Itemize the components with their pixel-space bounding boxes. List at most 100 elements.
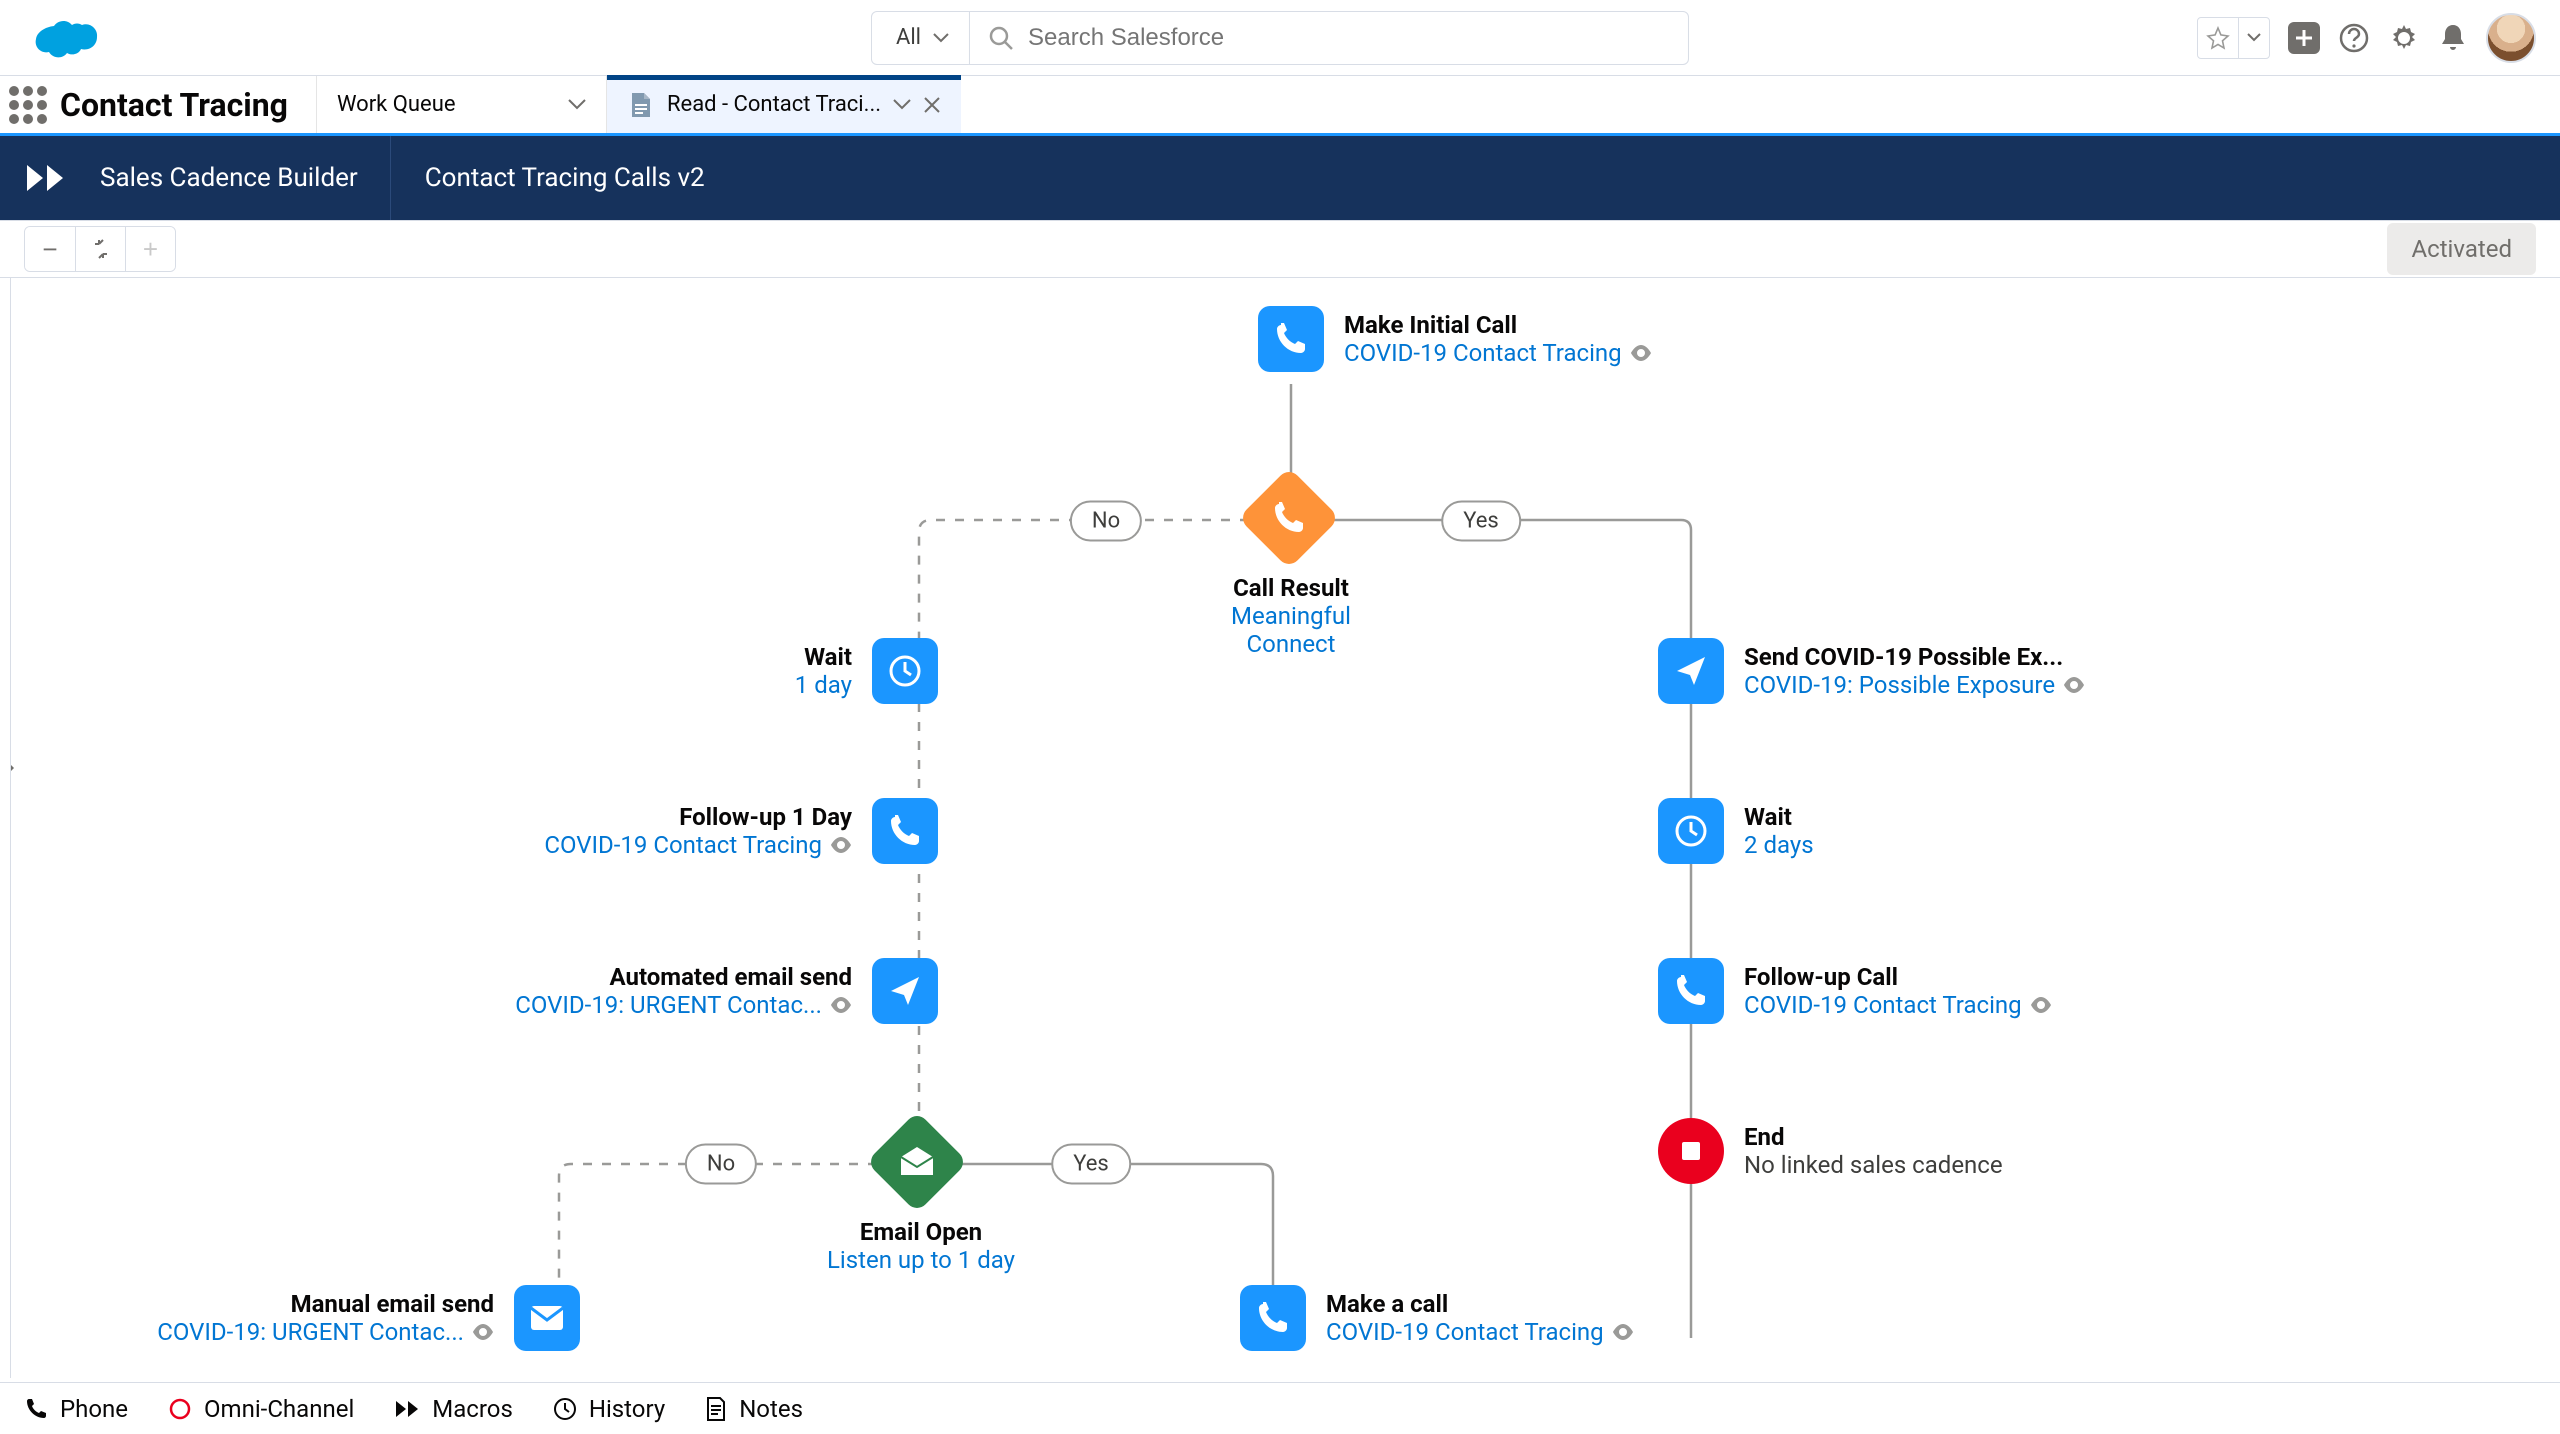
node-manual-email[interactable]: Manual email send COVID-19: URGENT Conta… [157, 1285, 580, 1351]
utility-bar: Phone Omni-Channel Macros History Notes [0, 1382, 2560, 1434]
phone-icon [24, 1397, 48, 1421]
omni-icon [168, 1397, 192, 1421]
builder-breadcrumb[interactable]: Sales Cadence Builder [94, 136, 391, 220]
canvas-toolbar: − + Activated [0, 220, 2560, 278]
node-subtitle[interactable]: COVID-19: URGENT Contac... [515, 991, 822, 1019]
phone-icon [1238, 467, 1340, 569]
phone-icon [872, 798, 938, 864]
notifications-button[interactable] [2438, 22, 2468, 54]
utility-label: Omni-Channel [204, 1395, 354, 1423]
node-subtitle[interactable]: COVID-19 Contact Tracing [1744, 991, 2022, 1019]
branch-label-yes: Yes [1051, 1144, 1131, 1185]
tab-work-queue[interactable]: Work Queue [316, 76, 606, 133]
fast-forward-icon [25, 163, 69, 193]
utility-label: Macros [432, 1395, 513, 1423]
node-email-open[interactable] [881, 1126, 953, 1198]
node-call-result-text: Call Result Meaningful Connect [1191, 574, 1391, 658]
node-title: Follow-up 1 Day [544, 803, 852, 831]
builder-title: Contact Tracing Calls v2 [391, 136, 739, 220]
tab-label: Read - Contact Traci... [667, 92, 881, 117]
chevron-down-icon[interactable] [568, 99, 586, 110]
node-make-initial-call[interactable]: Make Initial Call COVID-19 Contact Traci… [1258, 306, 1652, 372]
node-subtitle: 1 day [795, 671, 852, 699]
utility-history[interactable]: History [553, 1395, 665, 1423]
node-followup-call[interactable]: Follow-up Call COVID-19 Contact Tracing [1658, 958, 2052, 1024]
app-launcher[interactable] [0, 76, 56, 133]
collapse-icon [90, 238, 112, 260]
node-subtitle[interactable]: COVID-19: URGENT Contac... [157, 1318, 464, 1346]
node-followup-1day[interactable]: Follow-up 1 Day COVID-19 Contact Tracing [544, 798, 938, 864]
node-wait-2days[interactable]: Wait 2 days [1658, 798, 1814, 864]
preview-icon[interactable] [2063, 677, 2085, 693]
email-open-icon [866, 1111, 968, 1213]
node-title: Wait [795, 643, 852, 671]
node-title: Wait [1744, 803, 1814, 831]
preview-icon[interactable] [830, 997, 852, 1013]
context-bar: Contact Tracing Work Queue Read - Contac… [0, 76, 2560, 136]
send-icon [872, 958, 938, 1024]
star-icon [2206, 26, 2230, 50]
chevron-down-icon [2247, 33, 2261, 42]
search-input[interactable] [1028, 24, 1670, 52]
node-subtitle[interactable]: COVID-19 Contact Tracing [544, 831, 822, 859]
node-subtitle[interactable]: Meaningful Connect [1191, 602, 1391, 658]
preview-icon[interactable] [472, 1324, 494, 1340]
history-icon [553, 1397, 577, 1421]
email-icon [514, 1285, 580, 1351]
waffle-icon [9, 86, 47, 124]
zoom-out-button[interactable]: − [25, 227, 75, 271]
header-actions [2197, 13, 2536, 63]
preview-icon[interactable] [1630, 345, 1652, 361]
node-subtitle[interactable]: COVID-19 Contact Tracing [1344, 339, 1622, 367]
preview-icon[interactable] [1612, 1324, 1634, 1340]
node-subtitle[interactable]: COVID-19: Possible Exposure [1744, 671, 2055, 699]
global-search: All [871, 11, 1689, 65]
preview-icon[interactable] [830, 837, 852, 853]
tab-read-contact-tracing[interactable]: Read - Contact Traci... [606, 76, 961, 133]
utility-omni-channel[interactable]: Omni-Channel [168, 1395, 354, 1423]
help-button[interactable] [2338, 22, 2370, 54]
utility-phone[interactable]: Phone [24, 1395, 128, 1423]
setup-gear-button[interactable] [2388, 22, 2420, 54]
node-end[interactable]: End No linked sales cadence [1658, 1118, 2003, 1184]
bell-icon [2438, 22, 2468, 54]
phone-icon [1658, 958, 1724, 1024]
canvas[interactable]: No Yes No Yes Make Initial Call COVID-19… [10, 278, 2560, 1378]
close-tab-button[interactable] [923, 96, 941, 114]
clock-icon [872, 638, 938, 704]
node-subtitle[interactable]: COVID-19 Contact Tracing [1326, 1318, 1604, 1346]
preview-icon[interactable] [2030, 997, 2052, 1013]
node-title: Automated email send [515, 963, 852, 991]
zoom-fit-button[interactable] [75, 227, 125, 271]
node-wait-1day[interactable]: Wait 1 day [795, 638, 938, 704]
node-title: End [1744, 1123, 2003, 1151]
branch-label-no: No [685, 1144, 757, 1185]
utility-label: Phone [60, 1395, 128, 1423]
send-icon [1658, 638, 1724, 704]
salesforce-logo[interactable] [24, 12, 98, 64]
macros-icon [394, 1399, 420, 1419]
favorites-button[interactable] [2197, 17, 2270, 59]
search-box[interactable] [969, 11, 1689, 65]
gear-icon [2388, 22, 2420, 54]
node-send-exposure[interactable]: Send COVID-19 Possible Ex... COVID-19: P… [1658, 638, 2074, 704]
node-title: Make a call [1326, 1290, 1634, 1318]
node-auto-email[interactable]: Automated email send COVID-19: URGENT Co… [515, 958, 938, 1024]
app-name: Contact Tracing [56, 76, 316, 133]
node-title: Make Initial Call [1344, 311, 1652, 339]
node-title: Send COVID-19 Possible Ex... [1744, 643, 2064, 671]
utility-macros[interactable]: Macros [394, 1395, 513, 1423]
node-make-call[interactable]: Make a call COVID-19 Contact Tracing [1240, 1285, 1634, 1351]
status-chip: Activated [2387, 223, 2536, 275]
global-add-button[interactable] [2288, 22, 2320, 54]
connectors [11, 278, 2560, 1378]
global-header: All [0, 0, 2560, 76]
chevron-down-icon[interactable] [893, 99, 911, 110]
user-avatar[interactable] [2486, 13, 2536, 63]
search-scope-dropdown[interactable]: All [871, 11, 969, 65]
document-icon [627, 91, 655, 119]
node-call-result[interactable] [1253, 482, 1325, 554]
utility-notes[interactable]: Notes [705, 1395, 803, 1423]
zoom-in-button[interactable]: + [125, 227, 175, 271]
clock-icon [1658, 798, 1724, 864]
